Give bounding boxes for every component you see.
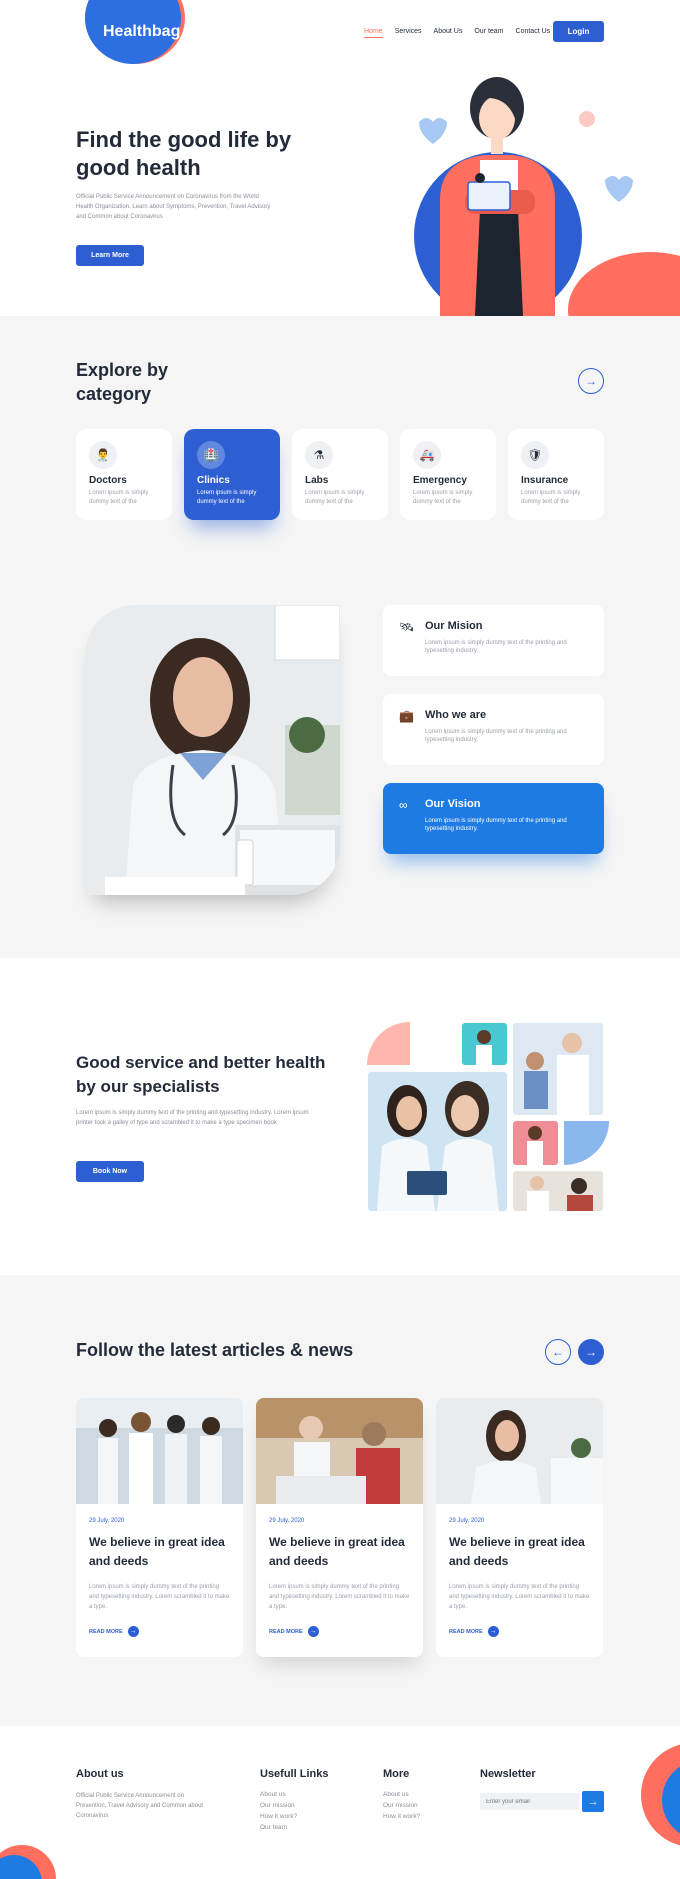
decorative-shapes	[0, 1744, 680, 1879]
